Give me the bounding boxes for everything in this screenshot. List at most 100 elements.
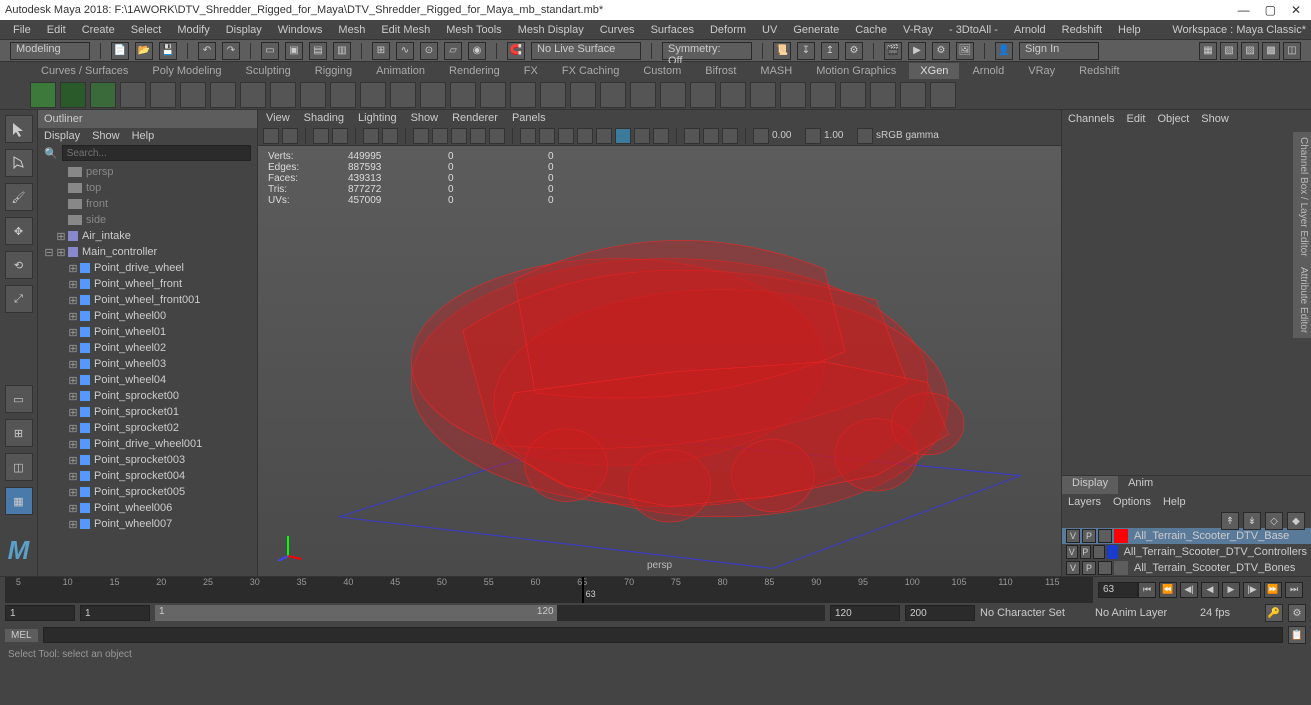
expand-icon[interactable]: ⊞ bbox=[68, 326, 78, 339]
shelf-tab-bifrost[interactable]: Bifrost bbox=[694, 63, 747, 79]
shelf-tab-xgen[interactable]: XGen bbox=[909, 63, 959, 79]
shelf-freeze-icon[interactable] bbox=[450, 82, 476, 108]
live-surface-dropdown[interactable]: No Live Surface bbox=[531, 42, 641, 60]
menu-generate[interactable]: Generate bbox=[785, 24, 847, 36]
tree-item[interactable]: ⊞Point_sprocket00 bbox=[38, 388, 257, 404]
menu-curves[interactable]: Curves bbox=[592, 24, 643, 36]
menu-arnold[interactable]: Arnold bbox=[1006, 24, 1054, 36]
maximize-button[interactable]: ▢ bbox=[1265, 3, 1276, 17]
viewport-canvas[interactable]: Verts:44999500 Edges:88759300 Faces:4393… bbox=[258, 146, 1061, 576]
menu-windows[interactable]: Windows bbox=[270, 24, 331, 36]
script-lang-button[interactable]: MEL bbox=[5, 629, 38, 642]
layer-color-swatch[interactable] bbox=[1114, 561, 1128, 575]
tree-item[interactable]: ⊟⊞Main_controller bbox=[38, 244, 257, 260]
shelf-tab-mash[interactable]: MASH bbox=[749, 63, 803, 79]
expand-icon[interactable]: ⊞ bbox=[68, 374, 78, 387]
vp-greasepencil-icon[interactable] bbox=[382, 128, 398, 144]
shelf-mask-icon[interactable] bbox=[780, 82, 806, 108]
menu-help[interactable]: Help bbox=[1110, 24, 1149, 36]
tree-item[interactable]: ⊞Point_wheel_front bbox=[38, 276, 257, 292]
tree-item[interactable]: ⊞Point_wheel02 bbox=[38, 340, 257, 356]
vp-gamma-icon[interactable] bbox=[805, 128, 821, 144]
vp-image-plane-icon[interactable] bbox=[332, 128, 348, 144]
expand-icon[interactable]: ⊞ bbox=[68, 454, 78, 467]
layer-color-swatch[interactable] bbox=[1114, 529, 1128, 543]
vp-bookmark-icon[interactable] bbox=[313, 128, 329, 144]
expand-icon[interactable]: ⊞ bbox=[68, 278, 78, 291]
shelf-twist-icon[interactable] bbox=[420, 82, 446, 108]
vp-ao-icon[interactable] bbox=[615, 128, 631, 144]
expand-icon[interactable]: ⊞ bbox=[68, 486, 78, 499]
layout-four-icon[interactable]: ⊞ bbox=[5, 419, 33, 447]
layout-single-icon[interactable]: ▭ bbox=[5, 385, 33, 413]
expand-icon[interactable]: ⊞ bbox=[68, 262, 78, 275]
shelf-shape-icon[interactable] bbox=[630, 82, 656, 108]
outliner-search-input[interactable] bbox=[62, 145, 251, 161]
render-view-icon[interactable]: 🖼 bbox=[956, 42, 974, 60]
vp-textured-icon[interactable] bbox=[558, 128, 574, 144]
tree-item[interactable]: top bbox=[38, 180, 257, 196]
shelf-select-icon[interactable] bbox=[480, 82, 506, 108]
shelf-tab-custom[interactable]: Custom bbox=[632, 63, 692, 79]
layer-playback-toggle[interactable]: P bbox=[1082, 529, 1096, 543]
shelf-sculpt-icon[interactable] bbox=[150, 82, 176, 108]
select-hierarchy-icon[interactable]: ▣ bbox=[285, 42, 303, 60]
shelf-export-icon[interactable] bbox=[930, 82, 956, 108]
snap-point-icon[interactable]: ⊙ bbox=[420, 42, 438, 60]
menu-cache[interactable]: Cache bbox=[847, 24, 895, 36]
shelf-direction-icon[interactable] bbox=[600, 82, 626, 108]
expand-icon[interactable]: ⊞ bbox=[68, 518, 78, 531]
menu-file[interactable]: File bbox=[5, 24, 39, 36]
tree-item[interactable]: ⊞Point_wheel_front001 bbox=[38, 292, 257, 308]
channel-menu-channels[interactable]: Channels bbox=[1068, 113, 1114, 125]
expand-icon[interactable]: ⊞ bbox=[68, 358, 78, 371]
step-forward-key-icon[interactable]: ⏩ bbox=[1264, 582, 1282, 598]
menu-edit[interactable]: Edit bbox=[39, 24, 74, 36]
vp-shadows-icon[interactable] bbox=[596, 128, 612, 144]
select-component-icon[interactable]: ▥ bbox=[333, 42, 351, 60]
menu-create[interactable]: Create bbox=[74, 24, 123, 36]
range-slider[interactable]: 1 120 bbox=[155, 605, 825, 621]
tree-item[interactable]: front bbox=[38, 196, 257, 212]
shelf-orient-icon[interactable] bbox=[660, 82, 686, 108]
vp-safe-action-icon[interactable] bbox=[470, 128, 486, 144]
character-set-dropdown[interactable]: No Character Set bbox=[980, 607, 1090, 619]
menu-mesh-display[interactable]: Mesh Display bbox=[510, 24, 592, 36]
vp-menu-renderer[interactable]: Renderer bbox=[452, 112, 498, 124]
redo-icon[interactable]: ↷ bbox=[222, 42, 240, 60]
current-frame-input[interactable] bbox=[1098, 582, 1138, 598]
menu-uv[interactable]: UV bbox=[754, 24, 785, 36]
layers-tab-anim[interactable]: Anim bbox=[1118, 476, 1163, 494]
vp-select-camera-icon[interactable] bbox=[263, 128, 279, 144]
history-icon[interactable]: 📜 bbox=[773, 42, 791, 60]
expand-icon[interactable]: ⊞ bbox=[56, 246, 66, 259]
shelf-part-icon[interactable] bbox=[390, 82, 416, 108]
anim-layer-dropdown[interactable]: No Anim Layer bbox=[1095, 607, 1195, 619]
script-editor-icon[interactable]: 📋 bbox=[1288, 626, 1306, 644]
vp-menu-shading[interactable]: Shading bbox=[304, 112, 344, 124]
outliner-menu-help[interactable]: Help bbox=[132, 130, 155, 142]
layer-row[interactable]: VPAll_Terrain_Scooter_DTV_Bones bbox=[1062, 560, 1311, 576]
range-end-inner[interactable] bbox=[830, 605, 900, 621]
play-back-icon[interactable]: ◀ bbox=[1201, 582, 1219, 598]
shelf-tab-sculpting[interactable]: Sculpting bbox=[235, 63, 302, 79]
symmetry-dropdown[interactable]: Symmetry: Off bbox=[662, 42, 752, 60]
shelf-tab-arnold[interactable]: Arnold bbox=[961, 63, 1015, 79]
shelf-xgen-icon[interactable] bbox=[30, 82, 56, 108]
layers-menu-layers[interactable]: Layers bbox=[1068, 496, 1101, 508]
tab-channel-box[interactable]: Channel Box / Layer Editor bbox=[1295, 137, 1309, 257]
tree-item[interactable]: ⊞Point_drive_wheel001 bbox=[38, 436, 257, 452]
toggle-channel-box-icon[interactable]: ◫ bbox=[1283, 42, 1301, 60]
menuset-dropdown[interactable]: Modeling bbox=[10, 42, 90, 60]
prefs-icon[interactable]: ⚙ bbox=[1288, 604, 1306, 622]
shelf-tab-rendering[interactable]: Rendering bbox=[438, 63, 511, 79]
layer-visibility-toggle[interactable]: V bbox=[1066, 545, 1078, 559]
snap-live-icon[interactable]: ◉ bbox=[468, 42, 486, 60]
shelf-place-icon[interactable] bbox=[510, 82, 536, 108]
toggle-character-controls-icon[interactable]: ▧ bbox=[1220, 42, 1238, 60]
expand-icon[interactable]: ⊞ bbox=[68, 294, 78, 307]
shelf-tab-curves[interactable]: Curves / Surfaces bbox=[30, 63, 139, 79]
tree-item[interactable]: ⊞Point_sprocket005 bbox=[38, 484, 257, 500]
expand-icon[interactable]: ⊞ bbox=[68, 310, 78, 323]
layer-moveup-icon[interactable]: ↟ bbox=[1221, 512, 1239, 530]
